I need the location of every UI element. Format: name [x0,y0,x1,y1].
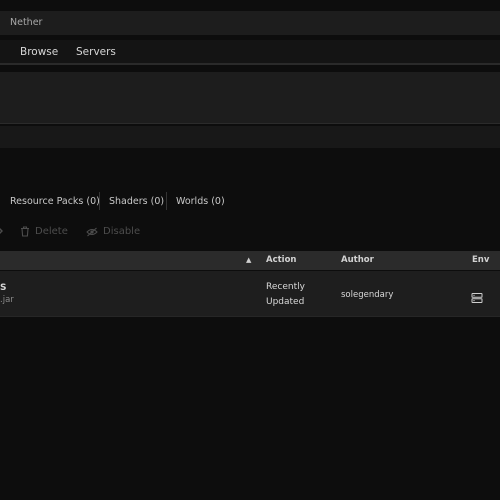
sort-asc-icon[interactable]: ▲ [246,256,251,264]
mod-author[interactable]: solegendary [341,290,393,300]
nav-browse[interactable]: Browse [20,46,58,58]
update-button[interactable] [0,226,4,236]
column-header-env[interactable]: Env [472,255,489,265]
nav-servers[interactable]: Servers [76,46,116,58]
instance-subheader-panel [0,126,500,148]
column-header-action[interactable]: Action [266,255,297,265]
tab-worlds[interactable]: Worlds (0) [176,196,225,207]
trash-icon [20,226,30,237]
instance-header-panel [0,72,500,124]
server-icon [471,289,483,303]
eye-off-icon [86,227,98,237]
main-nav [0,40,500,64]
disable-button[interactable]: Disable [86,226,140,237]
breadcrumb: Nether [10,17,43,28]
update-icon [0,226,4,236]
delete-button[interactable]: Delete [20,226,68,237]
action-status-line1: Recently [266,282,305,292]
breadcrumb-bar [0,11,500,35]
tab-shaders[interactable]: Shaders (0) [109,196,164,207]
tab-resource-packs[interactable]: Resource Packs (0) [10,196,100,207]
nav-divider [0,63,500,65]
tab-divider [99,192,100,210]
mod-name: S [0,283,7,293]
mod-filename: .jar [0,295,14,305]
disable-label: Disable [103,226,141,237]
action-status-line2: Updated [266,297,305,307]
table-row[interactable] [0,271,500,317]
column-header-author[interactable]: Author [341,255,374,265]
tab-divider [166,192,167,210]
delete-label: Delete [35,226,68,237]
